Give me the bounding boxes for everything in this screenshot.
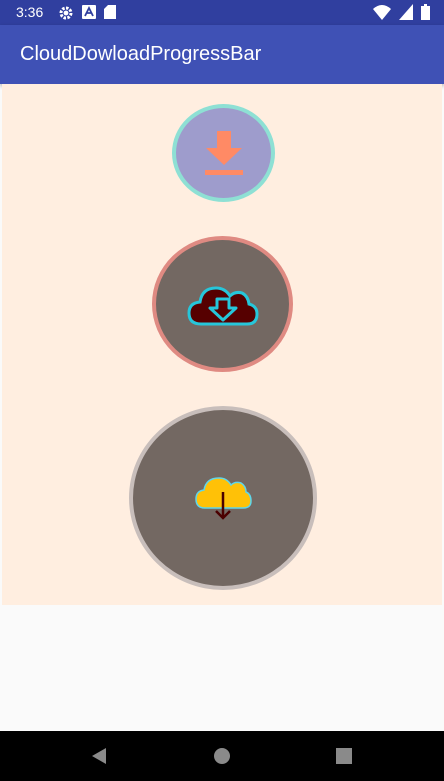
recents-icon[interactable] [334, 746, 354, 766]
font-a-icon [82, 5, 96, 19]
download-arrow-icon [204, 131, 243, 175]
status-icons-left [58, 5, 116, 21]
home-icon[interactable] [212, 746, 232, 766]
download-button-small[interactable] [172, 104, 275, 202]
battery-icon [421, 4, 430, 20]
signal-icon [399, 4, 413, 20]
sd-card-icon [104, 5, 116, 19]
gear-icon [59, 6, 73, 20]
status-time: 3:36 [16, 4, 44, 20]
back-icon[interactable] [90, 746, 108, 766]
app-title: CloudDowloadProgressBar [20, 43, 262, 65]
app-bar: CloudDowloadProgressBar [0, 25, 444, 84]
main-content [2, 84, 442, 605]
status-icons-right [373, 4, 430, 20]
cloud-download-button-medium[interactable] [152, 236, 293, 372]
status-bar: 3:36 [0, 0, 444, 25]
cloud-download-icon [186, 286, 259, 326]
navigation-bar [0, 731, 444, 781]
cloud-download-icon [195, 477, 252, 520]
wifi-icon [373, 5, 391, 20]
cloud-download-button-large[interactable] [129, 406, 317, 590]
